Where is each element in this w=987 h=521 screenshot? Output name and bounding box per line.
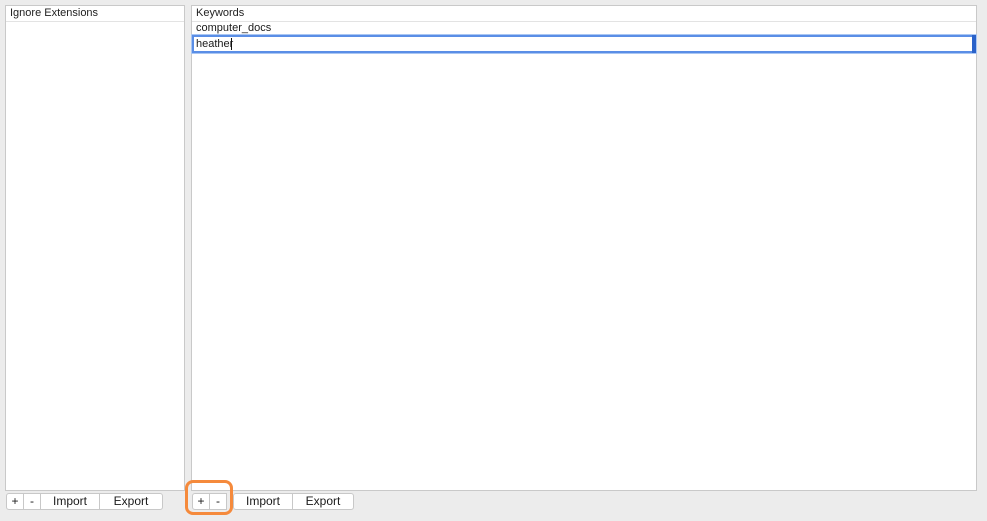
keywords-header: Keywords [192, 6, 976, 22]
add-extension-button[interactable]: + [6, 492, 24, 510]
export-extensions-button[interactable]: Export [100, 492, 163, 510]
keywords-list[interactable]: computer_docs [192, 22, 976, 53]
text-caret [231, 38, 232, 50]
keyword-edit-input[interactable] [194, 37, 966, 51]
import-extensions-button[interactable]: Import [41, 492, 100, 510]
import-keywords-button[interactable]: Import [233, 492, 293, 510]
ignore-extensions-panel: Ignore Extensions [5, 5, 185, 491]
keyword-edit-field[interactable] [192, 35, 976, 53]
keywords-toolbar: + - Import Export [192, 492, 354, 510]
ignore-extensions-header: Ignore Extensions [6, 6, 184, 22]
add-keyword-button[interactable]: + [192, 492, 210, 510]
edit-field-edge [972, 35, 976, 53]
keywords-panel: Keywords computer_docs [191, 5, 977, 491]
export-keywords-button[interactable]: Export [293, 492, 354, 510]
remove-keyword-button[interactable]: - [210, 492, 227, 510]
list-item[interactable]: computer_docs [192, 22, 976, 35]
ignore-extensions-list[interactable] [6, 22, 184, 490]
ignore-extensions-toolbar: + - Import Export [6, 492, 163, 510]
remove-extension-button[interactable]: - [24, 492, 41, 510]
